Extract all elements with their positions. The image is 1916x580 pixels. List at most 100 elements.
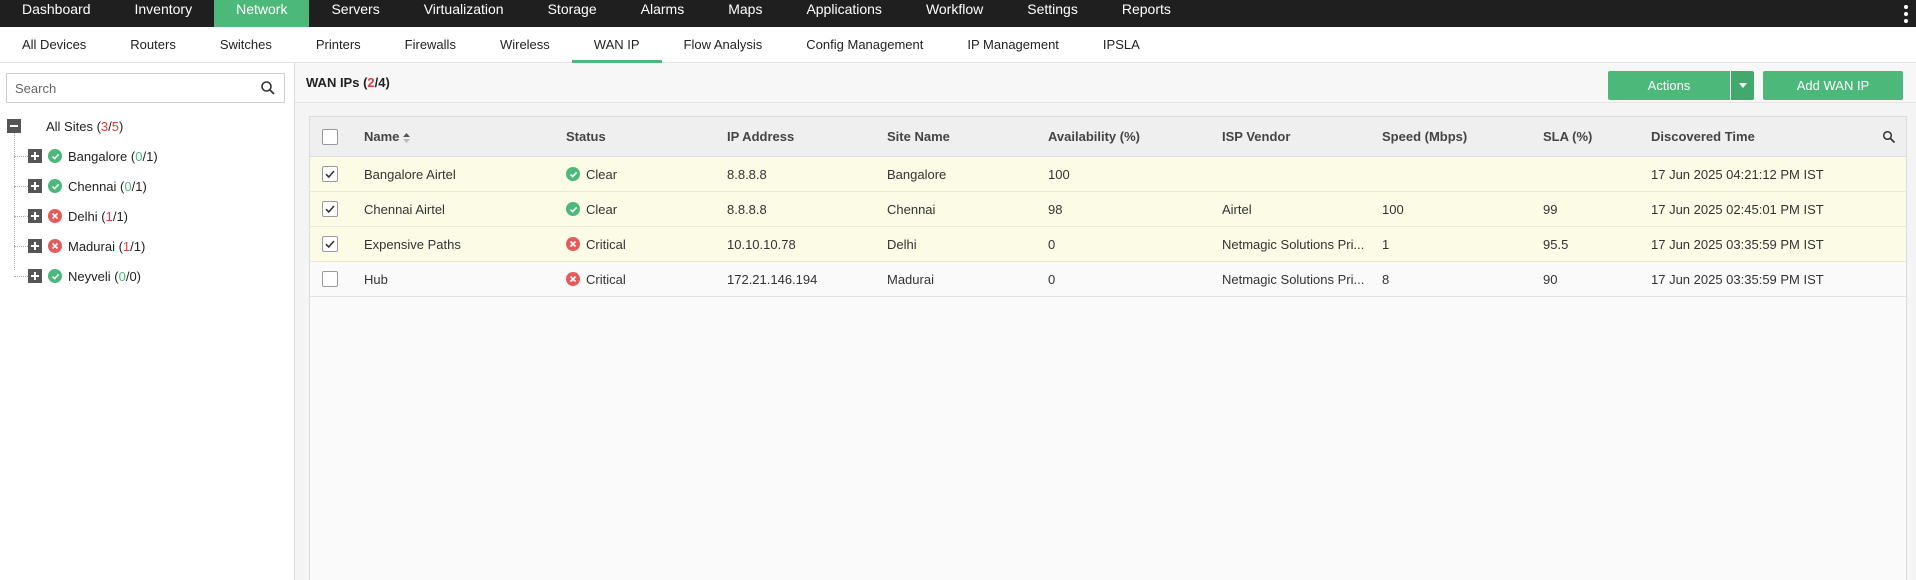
search-icon[interactable]	[260, 80, 276, 96]
sla-value: 95.5	[1543, 236, 1569, 252]
tab-firewalls[interactable]: Firewalls	[383, 27, 478, 62]
actions-button[interactable]: Actions	[1608, 71, 1730, 100]
discovered-time: 17 Jun 2025 03:35:59 PM IST	[1651, 236, 1824, 252]
speed-value: 8	[1382, 271, 1390, 287]
tree-item-neyveli[interactable]: Neyveli (0/0)	[14, 261, 294, 291]
expand-icon[interactable]	[28, 239, 42, 253]
row-checkbox[interactable]	[322, 271, 338, 288]
sub-nav: All Devices Routers Switches Printers Fi…	[0, 27, 1916, 63]
isp-vendor: Netmagic Solutions Pri...	[1222, 236, 1365, 252]
tab-routers[interactable]: Routers	[108, 27, 198, 62]
availability-value: 0	[1048, 236, 1056, 252]
speed-value: 1	[1382, 236, 1390, 252]
page-title: WAN IPs (2/4)	[306, 75, 390, 90]
search-icon[interactable]	[1882, 130, 1896, 144]
topnav-servers[interactable]: Servers	[309, 0, 401, 27]
search-input[interactable]	[15, 80, 260, 96]
ip-address: 172.21.146.194	[727, 271, 818, 287]
tree-root-all-sites[interactable]: All Sites (3/5)	[0, 111, 294, 141]
column-header-ip-address[interactable]: IP Address	[727, 129, 887, 144]
table-row[interactable]: Chennai Airtel Clear 8.8.8.8 Chennai 98 …	[310, 192, 1906, 227]
caret-down-icon	[1738, 83, 1747, 88]
site-name[interactable]: Madurai	[887, 272, 1048, 287]
tab-config-management[interactable]: Config Management	[784, 27, 945, 62]
tree-item-chennai[interactable]: Chennai (0/1)	[14, 171, 294, 201]
column-header-discovered-time[interactable]: Discovered Time	[1651, 129, 1906, 144]
tab-ipsla[interactable]: IPSLA	[1081, 27, 1162, 62]
isp-vendor: Netmagic Solutions Pri...	[1222, 271, 1365, 287]
search-box	[6, 73, 285, 103]
topnav-settings[interactable]: Settings	[1005, 0, 1100, 27]
sort-icon[interactable]	[403, 132, 411, 143]
topnav-dashboard[interactable]: Dashboard	[0, 0, 113, 27]
status-text: Critical	[586, 236, 626, 252]
availability-value: 100	[1048, 166, 1070, 182]
x-circle-icon	[48, 209, 62, 223]
site-name-link[interactable]: Bangalore	[887, 167, 1048, 182]
topnav-inventory[interactable]: Inventory	[113, 0, 215, 27]
discovered-time: 17 Jun 2025 04:21:12 PM IST	[1651, 166, 1824, 182]
column-header-sla[interactable]: SLA (%)	[1543, 129, 1651, 144]
select-all-checkbox[interactable]	[322, 128, 338, 145]
topnav-workflow[interactable]: Workflow	[904, 0, 1005, 27]
topnav-storage[interactable]: Storage	[526, 0, 619, 27]
site-name-link[interactable]: Delhi	[887, 237, 1048, 252]
column-header-name[interactable]: Name	[364, 129, 566, 144]
sla-value: 99	[1543, 201, 1558, 217]
kebab-icon[interactable]	[1900, 0, 1912, 27]
row-checkbox[interactable]	[322, 201, 338, 218]
table-row[interactable]: Bangalore Airtel Clear 8.8.8.8 Bangalore…	[310, 157, 1906, 192]
expand-icon[interactable]	[28, 209, 42, 223]
tab-printers[interactable]: Printers	[294, 27, 383, 62]
status-text: Critical	[586, 271, 626, 287]
tree-item-bangalore[interactable]: Bangalore (0/1)	[14, 141, 294, 171]
tab-wan-ip[interactable]: WAN IP	[571, 27, 662, 63]
expand-icon[interactable]	[28, 179, 42, 193]
topnav-virtualization[interactable]: Virtualization	[402, 0, 526, 27]
wan-ip-content: WAN IPs (2/4) Actions Add WAN IP Name St…	[295, 63, 1916, 580]
wan-ip-name-link[interactable]: Bangalore Airtel	[364, 167, 566, 182]
tab-switches[interactable]: Switches	[198, 27, 294, 62]
topnav-maps[interactable]: Maps	[706, 0, 784, 27]
row-checkbox[interactable]	[322, 166, 338, 183]
status-text: Clear	[586, 166, 618, 182]
discovered-time: 17 Jun 2025 03:35:59 PM IST	[1651, 271, 1824, 287]
topnav-network[interactable]: Network	[214, 0, 310, 27]
add-wan-ip-button[interactable]: Add WAN IP	[1763, 71, 1903, 100]
wan-ip-name-link[interactable]: Chennai Airtel	[364, 202, 566, 217]
expand-icon[interactable]	[28, 269, 42, 283]
site-sidebar: All Sites (3/5) Bangalore (0/1) Chennai …	[0, 63, 295, 580]
topnav-alarms[interactable]: Alarms	[619, 0, 707, 27]
site-name-link[interactable]: Chennai	[887, 202, 1048, 217]
tree-item-madurai[interactable]: Madurai (1/1)	[14, 231, 294, 261]
table-row[interactable]: Hub Critical 172.21.146.194 Madurai 0 Ne…	[310, 262, 1906, 297]
tab-wireless[interactable]: Wireless	[478, 27, 572, 62]
ip-address: 8.8.8.8	[727, 166, 767, 182]
sla-value: 90	[1543, 271, 1558, 287]
check-circle-icon	[48, 149, 62, 163]
column-header-site-name[interactable]: Site Name	[887, 129, 1048, 144]
tree-item-delhi[interactable]: Delhi (1/1)	[14, 201, 294, 231]
actions-dropdown-button[interactable]	[1730, 71, 1754, 100]
table-row[interactable]: Expensive Paths Critical 10.10.10.78 Del…	[310, 227, 1906, 262]
x-circle-icon	[566, 272, 580, 286]
column-header-status[interactable]: Status	[566, 129, 727, 144]
availability-value: 98	[1048, 201, 1063, 217]
wan-ip-name-link[interactable]: Expensive Paths	[364, 237, 566, 252]
wan-ip-name[interactable]: Hub	[364, 272, 566, 287]
check-circle-icon	[566, 167, 580, 181]
column-header-availability[interactable]: Availability (%)	[1048, 129, 1222, 144]
tab-all-devices[interactable]: All Devices	[0, 27, 108, 62]
collapse-icon[interactable]	[7, 119, 21, 133]
column-header-speed[interactable]: Speed (Mbps)	[1382, 129, 1543, 144]
tab-flow-analysis[interactable]: Flow Analysis	[662, 27, 785, 62]
expand-icon[interactable]	[28, 149, 42, 163]
column-header-isp-vendor[interactable]: ISP Vendor	[1222, 129, 1382, 144]
check-circle-icon	[48, 269, 62, 283]
topnav-applications[interactable]: Applications	[784, 0, 904, 27]
speed-value: 100	[1382, 201, 1404, 217]
tab-ip-management[interactable]: IP Management	[945, 27, 1081, 62]
topnav-reports[interactable]: Reports	[1100, 0, 1193, 27]
x-circle-icon	[48, 239, 62, 253]
row-checkbox[interactable]	[322, 236, 338, 253]
